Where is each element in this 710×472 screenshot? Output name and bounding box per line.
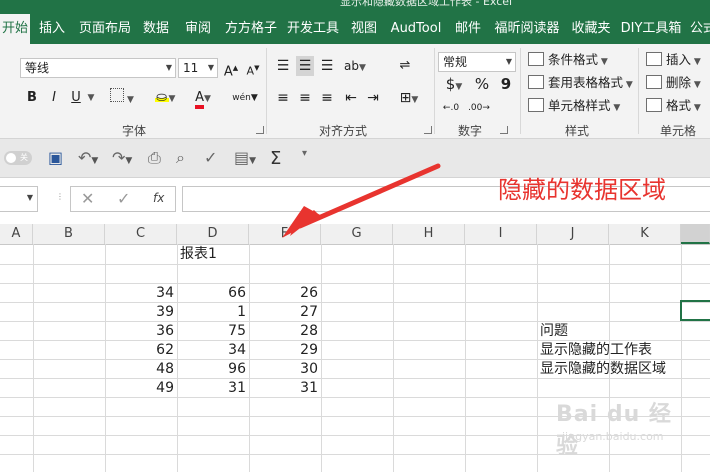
watermark-brand: Bai du 经验 (556, 402, 672, 459)
baidu-watermark: Bai du 经验 jingyan.baidu.com (550, 390, 690, 460)
watermark-url: jingyan.baidu.com (562, 430, 664, 443)
annotation-label: 隐藏的数据区域 (498, 176, 666, 204)
